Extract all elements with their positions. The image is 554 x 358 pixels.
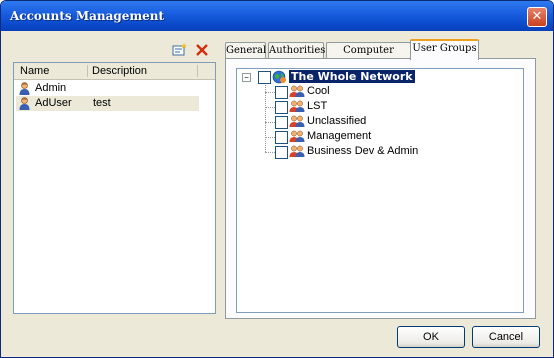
tree-item-business-dev[interactable]: Business Dev & Admin [275, 145, 475, 159]
tab-general[interactable]: General [225, 42, 266, 59]
tree-item-label: Unclassified [307, 115, 367, 127]
ok-button[interactable]: OK [397, 326, 465, 348]
group-checkbox[interactable] [275, 86, 288, 99]
tree-item-label: Business Dev & Admin [307, 145, 419, 157]
column-divider[interactable] [197, 65, 198, 77]
user-group-icon [289, 130, 305, 146]
list-item[interactable]: AdUser test [16, 96, 199, 111]
delete-x-icon[interactable] [195, 43, 211, 57]
user-icon [19, 97, 30, 113]
list-item[interactable]: Admin [16, 81, 199, 96]
tab-user-groups[interactable]: User Groups [410, 39, 479, 60]
tab-authorities[interactable]: Authorities [268, 42, 325, 59]
tree-line [265, 107, 275, 108]
collapse-toggle[interactable]: − [242, 73, 251, 82]
account-name: AdUser [35, 97, 72, 109]
user-group-icon [289, 145, 305, 161]
root-checkbox[interactable] [258, 71, 271, 84]
user-groups-panel: − The Whole Network Cool LST Unclassifie… [225, 58, 536, 319]
group-checkbox[interactable] [275, 131, 288, 144]
accounts-management-window: Accounts Management ✕ Name Description A… [0, 0, 554, 358]
window-title: Accounts Management [10, 9, 165, 23]
column-header-name[interactable]: Name [20, 65, 49, 77]
list-header: Name Description [14, 63, 215, 80]
group-checkbox[interactable] [275, 116, 288, 129]
tree-line [265, 92, 275, 93]
user-groups-tree[interactable]: − The Whole Network Cool LST Unclassifie… [236, 68, 524, 313]
column-header-description[interactable]: Description [92, 65, 147, 77]
tree-item-label: Cool [307, 85, 330, 97]
tree-item-label: Management [307, 130, 372, 142]
cancel-button[interactable]: Cancel [472, 326, 540, 348]
user-group-icon [289, 100, 305, 116]
title-bar[interactable]: Accounts Management ✕ [1, 1, 553, 31]
tree-line [265, 137, 275, 138]
tree-item-unclassified[interactable]: Unclassified [275, 115, 475, 129]
group-checkbox[interactable] [275, 146, 288, 159]
user-group-icon [289, 115, 305, 131]
tab-computer-groups[interactable]: Computer Groups [326, 42, 411, 72]
group-checkbox[interactable] [275, 101, 288, 114]
tree-line [265, 83, 266, 152]
tree-item-cool[interactable]: Cool [275, 85, 475, 99]
tree-item-label: LST [307, 100, 328, 112]
tree-item-lst[interactable]: LST [275, 100, 475, 114]
add-account-icon[interactable] [172, 43, 188, 57]
tree-line [265, 122, 275, 123]
user-group-icon [289, 85, 305, 101]
column-divider[interactable] [87, 65, 88, 77]
account-description: test [93, 97, 111, 109]
tree-item-management[interactable]: Management [275, 130, 475, 144]
account-name: Admin [35, 82, 67, 94]
close-button[interactable]: ✕ [527, 7, 547, 27]
tree-root-label: The Whole Network [289, 70, 415, 83]
tree-line [265, 152, 275, 153]
accounts-list[interactable]: Name Description Admin AdUser test [13, 62, 216, 314]
tree-root-node[interactable]: − The Whole Network [237, 70, 437, 84]
